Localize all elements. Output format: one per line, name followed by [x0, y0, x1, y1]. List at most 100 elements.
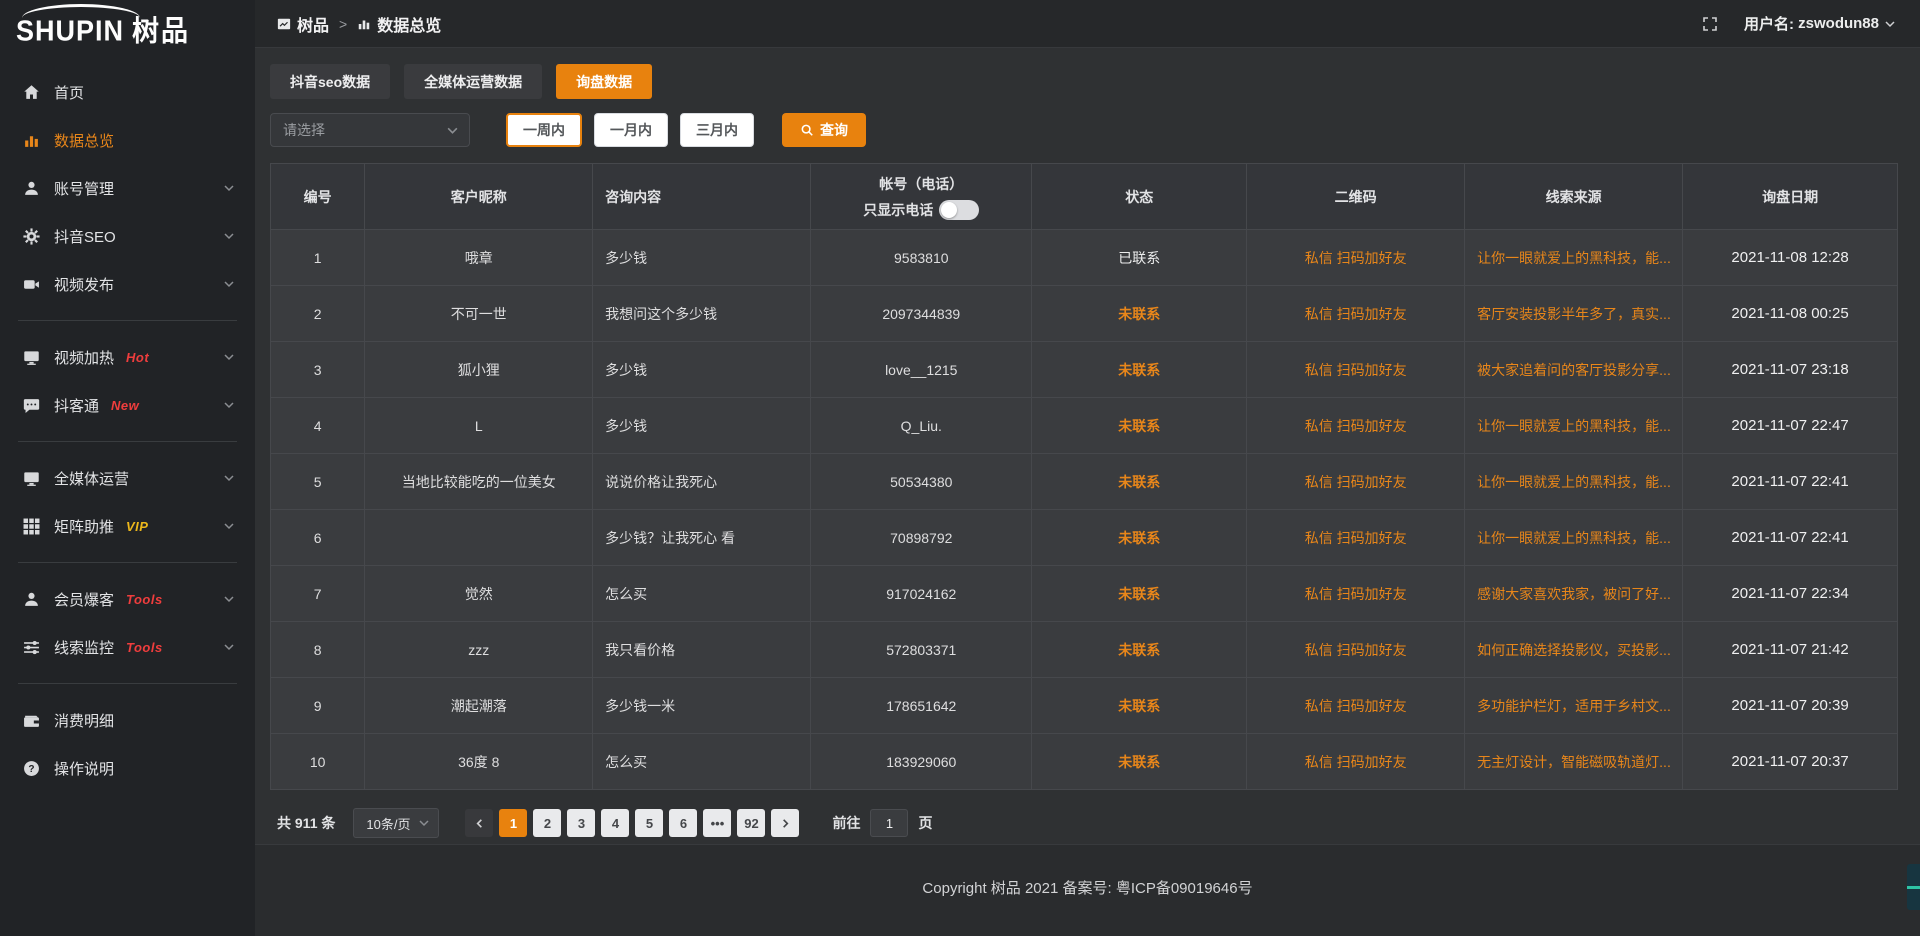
cell-qr-links[interactable]: 私信 扫码加好友: [1247, 398, 1465, 454]
cell-date: 2021-11-07 22:41: [1683, 510, 1898, 566]
sidebar-item-member-baoke[interactable]: 会员爆客 Tools: [0, 575, 255, 623]
phone-only-toggle[interactable]: [939, 200, 979, 220]
chart-icon: [357, 17, 371, 31]
cell-nickname: [365, 510, 593, 566]
breadcrumb-item[interactable]: 树品: [297, 12, 329, 36]
sidebar-item-label: 会员爆客: [54, 589, 114, 610]
cell-qr-links[interactable]: 私信 扫码加好友: [1247, 678, 1465, 734]
cell-qr-links[interactable]: 私信 扫码加好友: [1247, 454, 1465, 510]
cell-qr-links[interactable]: 私信 扫码加好友: [1247, 230, 1465, 286]
cell-status: 已联系: [1032, 230, 1247, 286]
cell-content: 多少钱: [593, 398, 811, 454]
pagination: 共 911 条 10条/页 1 2 3 4 5 6 ••• 92 前往 页: [270, 808, 1898, 838]
period-quarter-button[interactable]: 三月内: [680, 113, 754, 147]
sidebar-item-data-overview[interactable]: 数据总览: [0, 116, 255, 164]
col-number: 编号: [271, 164, 365, 230]
table-row: 6 多少钱？让我死心 看 70898792 未联系 私信 扫码加好友 让你一眼就…: [271, 510, 1898, 566]
phone-only-row: 只显示电话: [811, 200, 1031, 220]
cell-lead-source[interactable]: 让你一眼就爱上的黑科技，能...: [1465, 230, 1683, 286]
period-month-button[interactable]: 一月内: [594, 113, 668, 147]
tools-badge: Tools: [126, 640, 163, 655]
fullscreen-icon[interactable]: [1702, 16, 1718, 32]
cell-lead-source[interactable]: 客厅安装投影半年多了，真实...: [1465, 286, 1683, 342]
cell-qr-links[interactable]: 私信 扫码加好友: [1247, 510, 1465, 566]
sidebar-item-home[interactable]: 首页: [0, 68, 255, 116]
cell-lead-source[interactable]: 让你一眼就爱上的黑科技，能...: [1465, 398, 1683, 454]
page-button-4[interactable]: 4: [601, 809, 629, 837]
logo-text: SHUPIN树品: [16, 8, 190, 49]
page-button-2[interactable]: 2: [533, 809, 561, 837]
sidebar-item-douketong[interactable]: 抖客通 New: [0, 381, 255, 429]
cell-qr-links[interactable]: 私信 扫码加好友: [1247, 566, 1465, 622]
tools-badge: Tools: [126, 592, 163, 607]
floating-widget[interactable]: [1907, 864, 1920, 910]
cell-lead-source[interactable]: 被大家追着问的客厅投影分享...: [1465, 342, 1683, 398]
sidebar-item-consumption-details[interactable]: 消费明细: [0, 696, 255, 744]
tab-inquiry-data[interactable]: 询盘数据: [556, 64, 652, 99]
cell-account: 178651642: [811, 678, 1032, 734]
cell-lead-source[interactable]: 如何正确选择投影仪，买投影...: [1465, 622, 1683, 678]
cell-status: 未联系: [1032, 678, 1247, 734]
chevron-down-icon: [223, 278, 235, 290]
cell-content: 多少钱？让我死心 看: [593, 510, 811, 566]
cell-lead-source[interactable]: 让你一眼就爱上的黑科技，能...: [1465, 510, 1683, 566]
cell-qr-links[interactable]: 私信 扫码加好友: [1247, 342, 1465, 398]
sidebar-item-video-heating[interactable]: 视频加热 Hot: [0, 333, 255, 381]
cell-date: 2021-11-07 23:18: [1683, 342, 1898, 398]
goto-page-input[interactable]: [870, 809, 908, 837]
sidebar-item-operation-guide[interactable]: ? 操作说明: [0, 744, 255, 792]
page-size-value: 10条/页: [366, 814, 410, 833]
sidebar-item-label: 账号管理: [54, 178, 114, 199]
page-ellipsis-button[interactable]: •••: [703, 809, 731, 837]
sidebar-item-video-publish[interactable]: 视频发布: [0, 260, 255, 308]
cell-qr-links[interactable]: 私信 扫码加好友: [1247, 286, 1465, 342]
cell-account: 917024162: [811, 566, 1032, 622]
col-account-label: 帐号（电话）: [811, 174, 1031, 194]
prev-page-button[interactable]: [465, 809, 493, 837]
sidebar-item-omnimedia-operation[interactable]: 全媒体运营: [0, 454, 255, 502]
select-placeholder: 请选择: [283, 120, 325, 140]
sidebar-item-matrix-boost[interactable]: 矩阵助推 VIP: [0, 502, 255, 550]
cell-number: 9: [271, 678, 365, 734]
page-button-1[interactable]: 1: [499, 809, 527, 837]
cell-status: 未联系: [1032, 286, 1247, 342]
sidebar-item-label: 数据总览: [54, 130, 114, 151]
query-button-label: 查询: [820, 120, 848, 140]
app-logo[interactable]: SHUPIN树品: [0, 0, 255, 56]
cell-lead-source[interactable]: 感谢大家喜欢我家，被问了好...: [1465, 566, 1683, 622]
page-button-3[interactable]: 3: [567, 809, 595, 837]
period-week-button[interactable]: 一周内: [506, 113, 582, 147]
cell-status: 未联系: [1032, 342, 1247, 398]
next-page-button[interactable]: [771, 809, 799, 837]
cell-content: 怎么买: [593, 566, 811, 622]
tab-douyin-seo-data[interactable]: 抖音seo数据: [270, 64, 390, 99]
page-button-5[interactable]: 5: [635, 809, 663, 837]
breadcrumb-separator: >: [339, 16, 347, 32]
user-menu[interactable]: 用户名: zswodun88: [1744, 13, 1896, 34]
cell-qr-links[interactable]: 私信 扫码加好友: [1247, 734, 1465, 790]
cell-number: 5: [271, 454, 365, 510]
cell-qr-links[interactable]: 私信 扫码加好友: [1247, 622, 1465, 678]
cell-lead-source[interactable]: 多功能护栏灯，适用于乡村文...: [1465, 678, 1683, 734]
page-button-6[interactable]: 6: [669, 809, 697, 837]
col-content: 咨询内容: [593, 164, 811, 230]
cell-status: 未联系: [1032, 622, 1247, 678]
page-size-select[interactable]: 10条/页: [353, 808, 439, 838]
chevron-down-icon: [223, 399, 235, 411]
query-button[interactable]: 查询: [782, 113, 866, 147]
cell-nickname: 觉然: [365, 566, 593, 622]
cell-status: 未联系: [1032, 566, 1247, 622]
goto-label: 前往: [832, 813, 860, 833]
filter-select[interactable]: 请选择: [270, 113, 470, 147]
tab-omnimedia-data[interactable]: 全媒体运营数据: [404, 64, 542, 99]
col-qrcode: 二维码: [1247, 164, 1465, 230]
sidebar-item-account-management[interactable]: 账号管理: [0, 164, 255, 212]
chevron-down-icon: [223, 351, 235, 363]
cell-lead-source[interactable]: 让你一眼就爱上的黑科技，能...: [1465, 454, 1683, 510]
cell-lead-source[interactable]: 无主灯设计，智能磁吸轨道灯...: [1465, 734, 1683, 790]
user-icon: [22, 179, 40, 197]
sidebar-item-douyin-seo[interactable]: 抖音SEO: [0, 212, 255, 260]
phone-only-label: 只显示电话: [863, 200, 933, 220]
page-button-92[interactable]: 92: [737, 809, 765, 837]
sidebar-item-lead-monitoring[interactable]: 线索监控 Tools: [0, 623, 255, 671]
